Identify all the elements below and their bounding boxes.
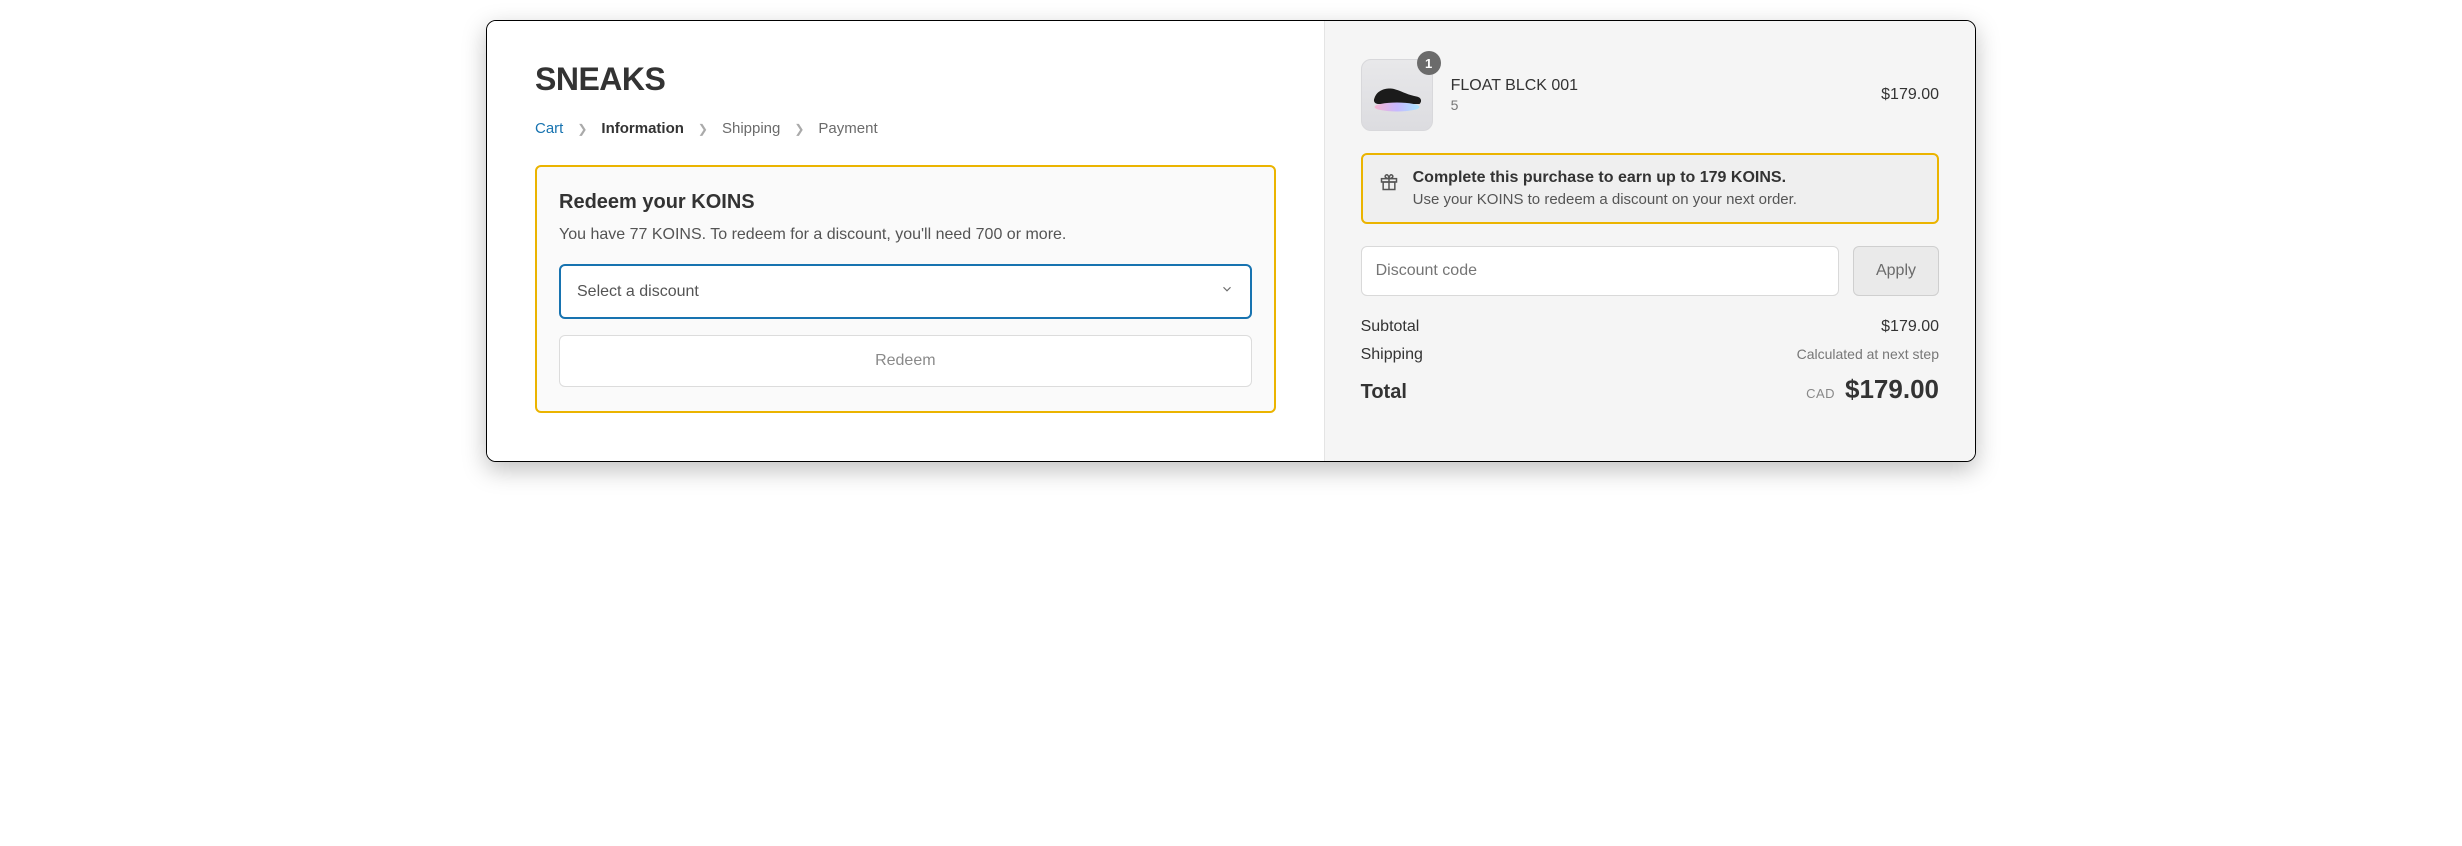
breadcrumb: Cart ❯ Information ❯ Shipping ❯ Payment xyxy=(535,120,1276,137)
cart-line-item: 1 FLOAT BLCK 001 5 $179.00 xyxy=(1361,59,1939,131)
discount-select-placeholder: Select a discount xyxy=(577,283,699,301)
chevron-right-icon: ❯ xyxy=(698,122,708,136)
discount-select[interactable]: Select a discount xyxy=(559,264,1252,319)
product-thumb-wrap: 1 xyxy=(1361,59,1433,131)
product-variant: 5 xyxy=(1451,97,1864,113)
product-price: $179.00 xyxy=(1881,86,1939,104)
apply-discount-button[interactable]: Apply xyxy=(1853,246,1939,296)
brand-logo: SNEAKS xyxy=(535,61,1276,98)
discount-code-input[interactable] xyxy=(1361,246,1839,296)
sneaker-icon xyxy=(1367,72,1427,118)
redeem-button[interactable]: Redeem xyxy=(559,335,1252,387)
chevron-right-icon: ❯ xyxy=(794,122,804,136)
discount-row: Apply xyxy=(1361,246,1939,296)
subtotal-value: $179.00 xyxy=(1881,318,1939,336)
checkout-frame: SNEAKS Cart ❯ Information ❯ Shipping ❯ P… xyxy=(486,20,1976,462)
gift-icon xyxy=(1379,172,1399,197)
product-info: FLOAT BLCK 001 5 xyxy=(1451,77,1864,113)
earn-text: Complete this purchase to earn up to 179… xyxy=(1413,169,1797,208)
earn-title: Complete this purchase to earn up to 179… xyxy=(1413,169,1797,187)
redeem-subtitle: You have 77 KOINS. To redeem for a disco… xyxy=(559,226,1252,244)
earn-koins-panel: Complete this purchase to earn up to 179… xyxy=(1361,153,1939,224)
chevron-down-icon xyxy=(1220,282,1234,301)
total-amount: $179.00 xyxy=(1845,374,1939,405)
total-label: Total xyxy=(1361,381,1407,404)
earn-subtitle: Use your KOINS to redeem a discount on y… xyxy=(1413,191,1797,208)
subtotal-row: Subtotal $179.00 xyxy=(1361,318,1939,336)
left-pane: SNEAKS Cart ❯ Information ❯ Shipping ❯ P… xyxy=(487,21,1324,461)
subtotal-label: Subtotal xyxy=(1361,318,1420,336)
shipping-note: Calculated at next step xyxy=(1797,346,1939,362)
total-row: Total CAD $179.00 xyxy=(1361,374,1939,405)
right-pane: 1 FLOAT BLCK 001 5 $179.00 Complete this… xyxy=(1324,21,1975,461)
shipping-row: Shipping Calculated at next step xyxy=(1361,346,1939,364)
product-name: FLOAT BLCK 001 xyxy=(1451,77,1864,95)
breadcrumb-shipping: Shipping xyxy=(722,120,780,137)
total-right: CAD $179.00 xyxy=(1806,374,1939,405)
breadcrumb-information: Information xyxy=(601,120,684,137)
redeem-koins-panel: Redeem your KOINS You have 77 KOINS. To … xyxy=(535,165,1276,413)
total-currency: CAD xyxy=(1806,386,1835,401)
shipping-label: Shipping xyxy=(1361,346,1423,364)
breadcrumb-payment: Payment xyxy=(818,120,877,137)
quantity-badge: 1 xyxy=(1417,51,1441,75)
breadcrumb-cart[interactable]: Cart xyxy=(535,120,563,137)
chevron-right-icon: ❯ xyxy=(577,122,587,136)
redeem-title: Redeem your KOINS xyxy=(559,191,1252,214)
